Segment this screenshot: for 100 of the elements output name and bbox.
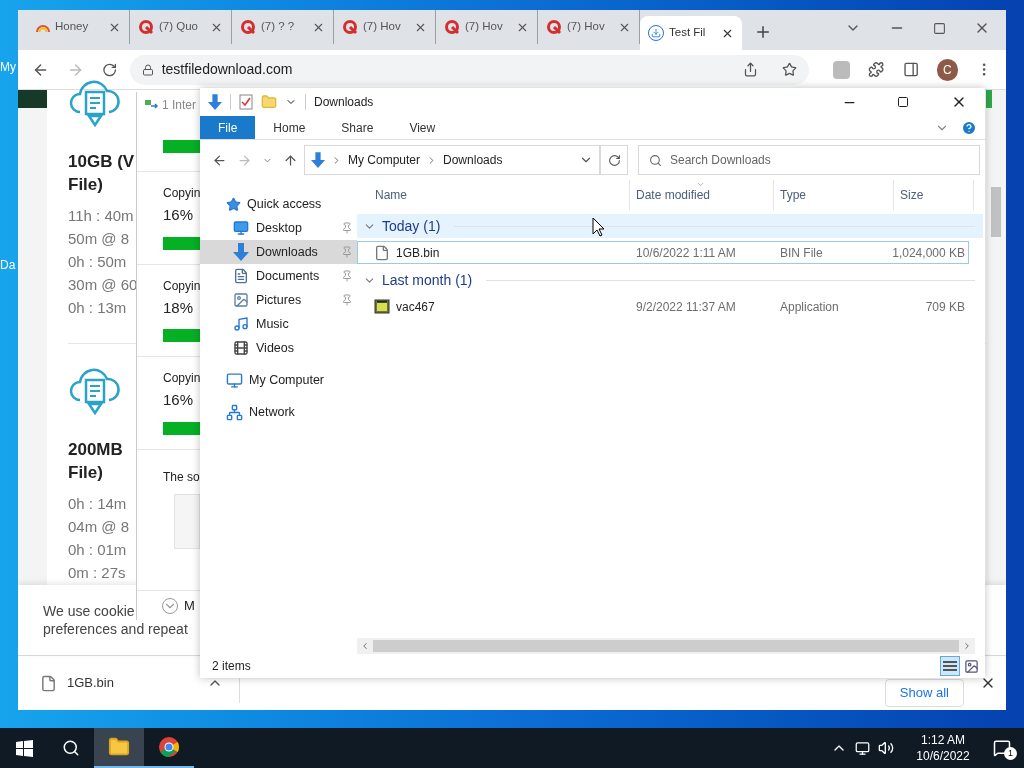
copy-icon	[145, 100, 159, 110]
large-icons-view-icon[interactable]	[964, 658, 979, 674]
nav-item[interactable]: Pictures	[200, 288, 357, 312]
cloud-download-icon	[68, 78, 122, 130]
address-field[interactable]: My Computer Downloads	[304, 145, 600, 175]
dialog-title: 1 Inter	[162, 97, 197, 114]
side-panel-icon[interactable]	[902, 61, 919, 78]
nav-item[interactable]: Music	[200, 312, 357, 336]
file-size: 709 KB	[924, 298, 966, 316]
tab-title: (7) Quo	[159, 19, 198, 35]
tab-title: Test Fil	[669, 25, 706, 41]
file-type: BIN File	[779, 244, 824, 262]
download-time-text: 04m @ 8	[68, 517, 130, 537]
maximize-icon[interactable]	[897, 96, 909, 108]
browser-tab[interactable]: (7) Quo	[130, 10, 232, 44]
horizontal-scrollbar[interactable]	[357, 638, 975, 654]
refresh-icon	[607, 153, 621, 167]
document-icon	[233, 268, 249, 284]
reload-icon[interactable]	[102, 61, 118, 78]
share-icon[interactable]	[743, 62, 759, 77]
scrollbar-thumb[interactable]	[991, 187, 1001, 237]
nav-item[interactable]: Quick access	[200, 192, 357, 216]
folder-icon	[108, 736, 130, 758]
browser-tab[interactable]: (7) ? ?	[232, 10, 334, 44]
download-time-text: 11h : 40m	[68, 206, 134, 226]
file-size: 1,024,000 KB	[891, 244, 966, 262]
notification-button[interactable]: 1	[980, 728, 1024, 768]
more-details-text[interactable]: M	[184, 595, 195, 616]
breadcrumb-item[interactable]: Downloads	[443, 151, 503, 169]
profile-avatar[interactable]: C	[936, 58, 958, 81]
application-icon	[374, 298, 390, 315]
up-icon[interactable]	[283, 152, 298, 168]
cloud-download-icon	[68, 366, 122, 418]
nav-item[interactable]: Desktop	[200, 216, 357, 240]
search-field[interactable]: Search Downloads	[638, 145, 980, 175]
clock[interactable]: 1:12 AM 10/6/2022	[906, 732, 980, 764]
address-bar[interactable]: testfiledownload.com	[129, 54, 810, 85]
pin-icon	[341, 294, 353, 306]
copy-percent-text: 18%	[163, 297, 195, 318]
volume-icon[interactable]	[878, 740, 894, 756]
download-arrow-icon	[311, 152, 325, 168]
column-header[interactable]: Type	[774, 180, 894, 210]
tab-title: (7) Hov	[363, 19, 401, 35]
help-icon[interactable]	[961, 119, 977, 136]
nav-item[interactable]: My Computer	[200, 368, 357, 392]
scrollbar-thumb[interactable]	[373, 640, 959, 652]
file-size-title: File)	[68, 462, 103, 484]
copy-percent-text: 16%	[163, 390, 195, 410]
desktop-icon-label: Da	[0, 257, 17, 274]
search-icon	[649, 153, 662, 167]
music-note-icon	[233, 316, 249, 332]
group-header[interactable]: Today (1)	[357, 214, 983, 238]
column-header[interactable]: Date modified	[630, 180, 774, 210]
search-icon[interactable]	[62, 739, 80, 757]
notification-badge: 1	[1004, 747, 1017, 760]
new-tab-icon[interactable]	[754, 23, 772, 41]
file-row[interactable]: 1GB.bin 10/6/2022 1:11 AM BIN File 1,024,000 KB	[357, 241, 969, 264]
file-row[interactable]: vac467 9/2/2022 11:37 AM Application 709 KB	[357, 295, 969, 318]
nav-item[interactable]: Network	[200, 400, 357, 424]
refresh-button[interactable]	[600, 145, 628, 175]
group-header[interactable]: Last month (1)	[357, 268, 983, 292]
progress-fill	[163, 421, 200, 435]
tab-title: (7) ? ?	[261, 19, 295, 35]
show-all-button[interactable]: Show all	[884, 679, 964, 707]
ribbon-tab[interactable]: File	[200, 116, 256, 139]
pin-icon	[341, 222, 353, 234]
details-view-icon[interactable]	[940, 656, 960, 676]
nav-item[interactable]: Documents	[200, 264, 357, 288]
accent-strip	[986, 90, 992, 108]
file-date: 9/2/2022 11:37 AM	[635, 298, 737, 316]
tab-title: (7) Hov	[465, 19, 503, 35]
picture-icon	[233, 292, 249, 308]
nav-item[interactable]: Videos	[200, 336, 357, 360]
ribbon-tab[interactable]: View	[391, 116, 454, 139]
download-time-text: 0h : 13m	[68, 298, 127, 318]
breadcrumb-item[interactable]: My Computer	[348, 151, 421, 169]
cookie-text: preferences and repeat	[43, 620, 188, 638]
ribbon-tab[interactable]: Home	[255, 116, 324, 139]
scroll-left-icon[interactable]	[360, 641, 370, 651]
column-header[interactable]: Name	[357, 180, 630, 210]
browser-tab[interactable]: Honey	[28, 10, 130, 44]
file-size-title: File)	[68, 174, 103, 196]
browser-tab[interactable]: (7) Hov	[334, 10, 436, 44]
computer-icon	[226, 371, 243, 389]
column-header[interactable]: Size	[894, 180, 974, 210]
scroll-right-icon[interactable]	[962, 641, 972, 651]
taskbar-app-button[interactable]	[94, 728, 144, 768]
back-icon[interactable]	[212, 152, 227, 168]
browser-tab[interactable]: (7) Hov	[436, 10, 538, 44]
bookmark-star-icon[interactable]	[782, 62, 798, 77]
nav-item[interactable]: Downloads	[200, 240, 357, 264]
browser-tab[interactable]: Test Fil	[640, 16, 742, 50]
film-icon	[233, 340, 249, 356]
download-arrow-icon	[233, 243, 249, 261]
properties-icon[interactable]	[239, 94, 253, 110]
ribbon-tab[interactable]: Share	[323, 116, 392, 139]
status-text: 2 items	[212, 658, 251, 675]
file-icon	[374, 244, 390, 261]
lock-icon	[141, 63, 154, 76]
extensions-icon[interactable]	[868, 61, 885, 78]
